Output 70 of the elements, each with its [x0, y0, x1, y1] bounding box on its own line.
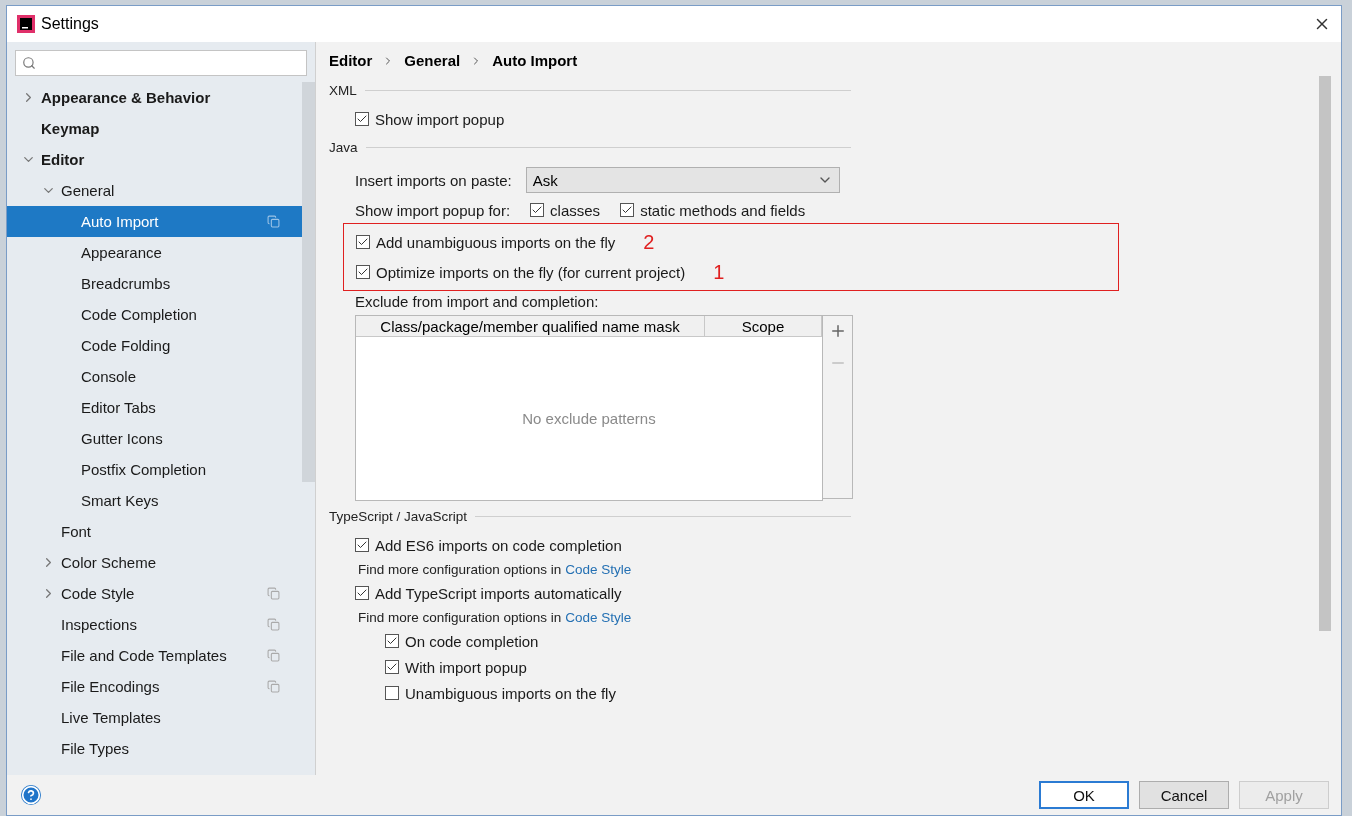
sidebar-item[interactable]: File Encodings — [7, 671, 302, 702]
sidebar-item[interactable]: Postfix Completion — [7, 454, 302, 485]
scrollbar[interactable] — [302, 82, 315, 482]
code-style-link[interactable]: Code Style — [565, 609, 632, 625]
sidebar-item[interactable]: Breadcrumbs — [7, 268, 302, 299]
hint-text: Find more configuration options in Code Style — [357, 608, 633, 627]
sidebar-item[interactable]: Code Folding — [7, 330, 302, 361]
section-title: TypeScript / JavaScript — [329, 509, 468, 524]
annotation-number: 2 — [643, 230, 655, 254]
table-label: Exclude from import and completion: — [355, 293, 599, 310]
sidebar-item[interactable]: Console — [7, 361, 302, 392]
checkbox-label: Unambiguous imports on the fly — [405, 684, 616, 702]
sidebar-item[interactable]: Smart Keys — [7, 485, 302, 516]
sidebar-item[interactable]: Gutter Icons — [7, 423, 302, 454]
checkbox-label: Optimize imports on the fly (for current project) — [376, 263, 686, 281]
checkbox-label: On code completion — [405, 632, 539, 650]
sidebar-item[interactable]: Auto Import — [7, 206, 302, 237]
dialog-button[interactable]: OK — [1039, 781, 1129, 809]
column-header[interactable]: Scope — [705, 316, 822, 336]
sidebar-item[interactable]: Editor — [7, 144, 302, 175]
sidebar-item[interactable]: Code Style — [7, 578, 302, 609]
checkbox[interactable] — [355, 538, 369, 552]
breadcrumb-item[interactable]: Editor — [329, 52, 373, 69]
sidebar-item[interactable]: Appearance — [7, 237, 302, 268]
section-title: Java — [329, 140, 358, 155]
sidebar-item[interactable]: Font — [7, 516, 302, 547]
checkbox[interactable] — [356, 265, 370, 279]
checkbox-label: Add unambiguous imports on the fly — [376, 233, 616, 251]
sidebar-item[interactable]: Inspections — [7, 609, 302, 640]
breadcrumb-item[interactable]: General — [404, 52, 461, 69]
dialog-button[interactable]: Cancel — [1139, 781, 1229, 809]
checkbox-label: With import popup — [405, 658, 527, 676]
checkbox-label: classes — [550, 201, 601, 219]
checkbox-label: Add TypeScript imports automatically — [375, 584, 622, 602]
empty-text: No exclude patterns — [522, 410, 656, 427]
sidebar-item[interactable]: File Types — [7, 733, 302, 764]
checkbox[interactable] — [620, 203, 635, 217]
sidebar-item[interactable]: Appearance & Behavior — [7, 82, 302, 113]
checkbox-label: static methods and fields — [640, 201, 806, 219]
checkbox-label: Show import popup — [375, 110, 505, 128]
sidebar-item[interactable]: Code Completion — [7, 299, 302, 330]
field-label: Show import popup for: — [355, 201, 511, 219]
checkbox[interactable] — [530, 203, 545, 217]
code-style-link[interactable]: Code Style — [565, 561, 632, 577]
scrollbar[interactable] — [1319, 76, 1331, 631]
checkbox[interactable] — [355, 586, 369, 600]
app-logo-icon — [17, 15, 35, 33]
sidebar-item[interactable]: Color Scheme — [7, 547, 302, 578]
hint-text: Find more configuration options in Code Style — [357, 560, 633, 579]
sidebar-item[interactable]: Keymap — [7, 113, 302, 144]
sidebar-item[interactable]: Editor Tabs — [7, 392, 302, 423]
checkbox[interactable] — [356, 235, 370, 249]
breadcrumb-item[interactable]: Auto Import — [492, 52, 578, 69]
help-icon[interactable] — [21, 785, 41, 805]
annotation-number: 1 — [713, 260, 725, 284]
search-field[interactable] — [15, 50, 307, 76]
sidebar-item[interactable]: Live Templates — [7, 702, 302, 733]
checkbox-label: Add ES6 imports on code completion — [375, 536, 622, 554]
section-title: XML — [329, 83, 357, 98]
search-icon — [22, 56, 36, 70]
field-label: Insert imports on paste: — [355, 171, 512, 189]
paste-dropdown[interactable]: Ask — [525, 167, 840, 193]
column-header[interactable]: Class/package/member qualified name mask — [356, 316, 705, 336]
checkbox[interactable] — [355, 112, 369, 126]
checkbox[interactable] — [385, 634, 399, 648]
checkbox[interactable] — [385, 660, 399, 674]
checkbox[interactable] — [385, 686, 399, 700]
sidebar-item[interactable]: General — [7, 175, 302, 206]
window-title: Settings — [41, 15, 100, 33]
sidebar-item[interactable]: File and Code Templates — [7, 640, 302, 671]
